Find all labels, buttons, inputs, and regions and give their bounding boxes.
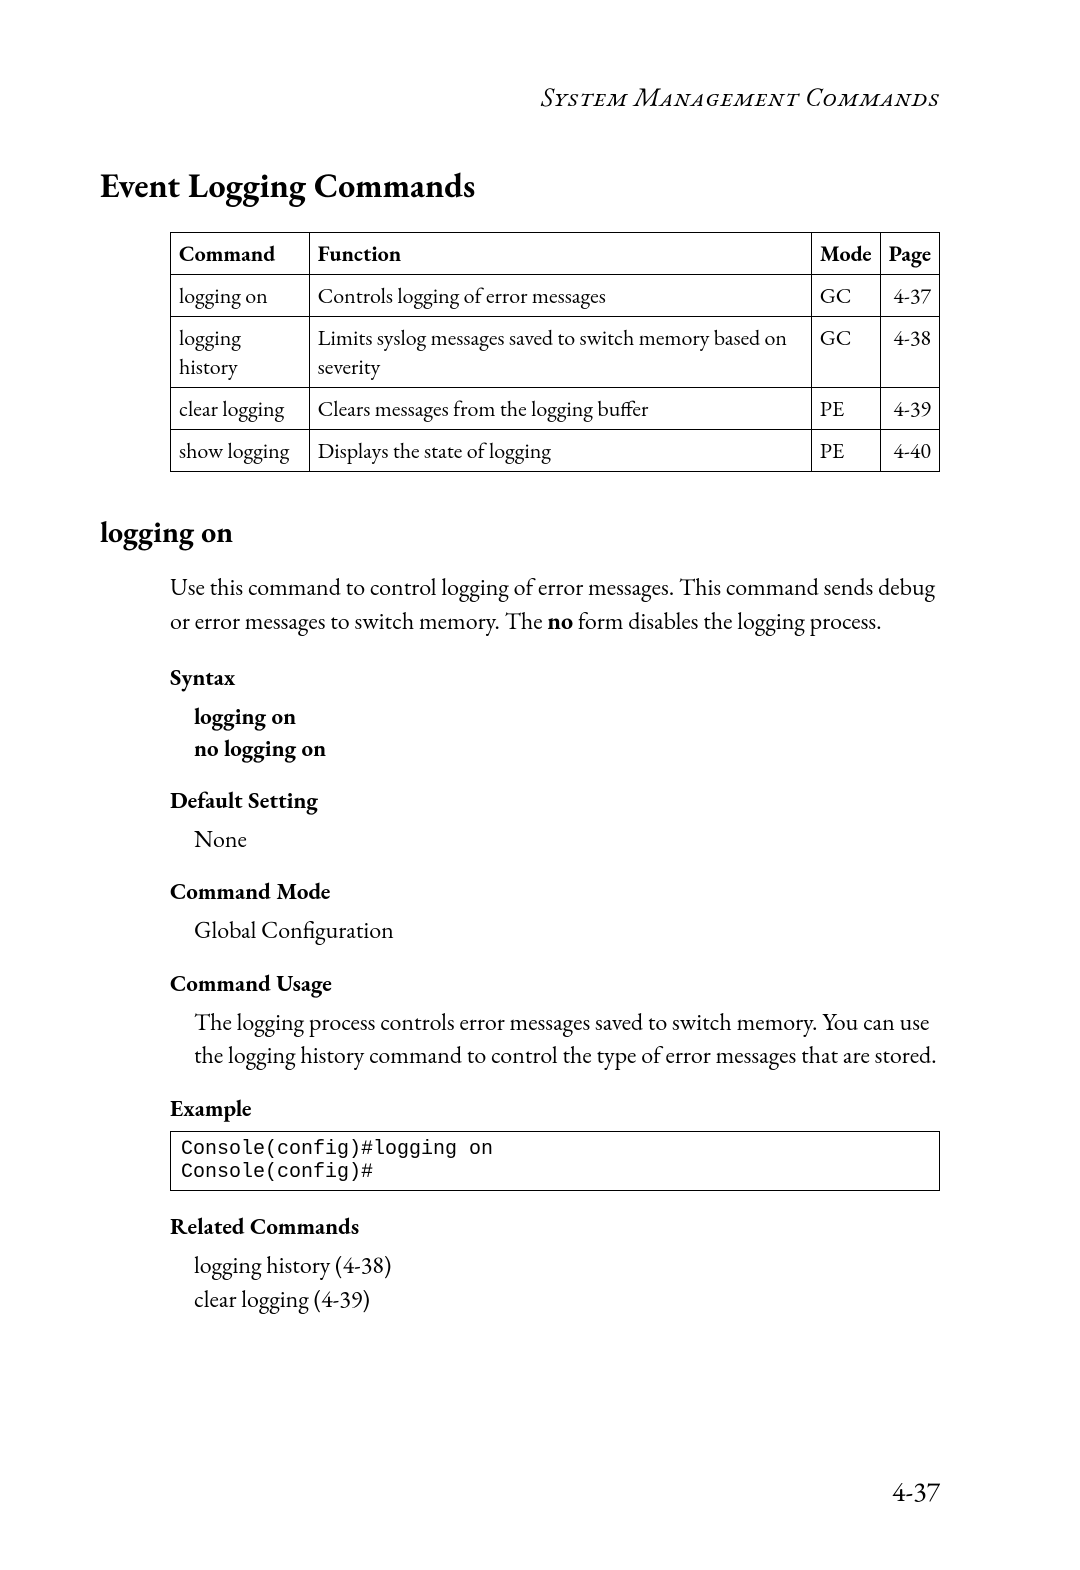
example-box: Console(config)#logging on Console(confi… (170, 1131, 940, 1191)
syntax-label: Syntax (170, 662, 940, 692)
section-title: Event Logging Commands (100, 164, 940, 208)
related-command-item: logging history (4-38) (194, 1249, 940, 1283)
subsection-title: logging on (100, 512, 940, 551)
table-row: logging history Limits syslog messages s… (171, 317, 940, 388)
cell-function: Limits syslog messages saved to switch m… (309, 317, 811, 388)
commands-table: Command Function Mode Page logging on Co… (170, 232, 940, 472)
default-setting-value: None (194, 823, 940, 857)
intro-bold: no (547, 606, 573, 637)
default-setting-label: Default Setting (170, 785, 940, 815)
cell-command: logging on (171, 275, 310, 317)
cell-function: Clears messages from the logging buffer (309, 388, 811, 430)
related-commands-label: Related Commands (170, 1211, 940, 1241)
cell-page: 4-40 (880, 430, 939, 472)
cell-mode: PE (811, 430, 880, 472)
syntax-line: logging on (194, 700, 940, 732)
table-row: clear logging Clears messages from the l… (171, 388, 940, 430)
intro-paragraph: Use this command to control logging of e… (170, 571, 940, 638)
example-label: Example (170, 1093, 940, 1123)
syntax-line: no logging on (194, 732, 940, 764)
command-usage-text: The logging process controls error messa… (194, 1006, 940, 1073)
page-number: 4-37 (892, 1474, 940, 1510)
th-page: Page (880, 233, 939, 275)
command-usage-label: Command Usage (170, 968, 940, 998)
cell-function: Displays the state of logging (309, 430, 811, 472)
cell-command: clear logging (171, 388, 310, 430)
table-header-row: Command Function Mode Page (171, 233, 940, 275)
cell-page: 4-38 (880, 317, 939, 388)
cell-function: Controls logging of error messages (309, 275, 811, 317)
cell-page: 4-39 (880, 388, 939, 430)
intro-post: form disables the logging process. (573, 606, 882, 637)
th-function: Function (309, 233, 811, 275)
command-mode-label: Command Mode (170, 876, 940, 906)
th-command: Command (171, 233, 310, 275)
table-row: logging on Controls logging of error mes… (171, 275, 940, 317)
th-mode: Mode (811, 233, 880, 275)
cell-command: show logging (171, 430, 310, 472)
cell-mode: GC (811, 275, 880, 317)
table-row: show logging Displays the state of loggi… (171, 430, 940, 472)
related-command-item: clear logging (4-39) (194, 1283, 940, 1317)
cell-page: 4-37 (880, 275, 939, 317)
command-mode-value: Global Configuration (194, 914, 940, 948)
running-header: System Management Commands (100, 80, 940, 114)
cell-command: logging history (171, 317, 310, 388)
cell-mode: PE (811, 388, 880, 430)
cell-mode: GC (811, 317, 880, 388)
